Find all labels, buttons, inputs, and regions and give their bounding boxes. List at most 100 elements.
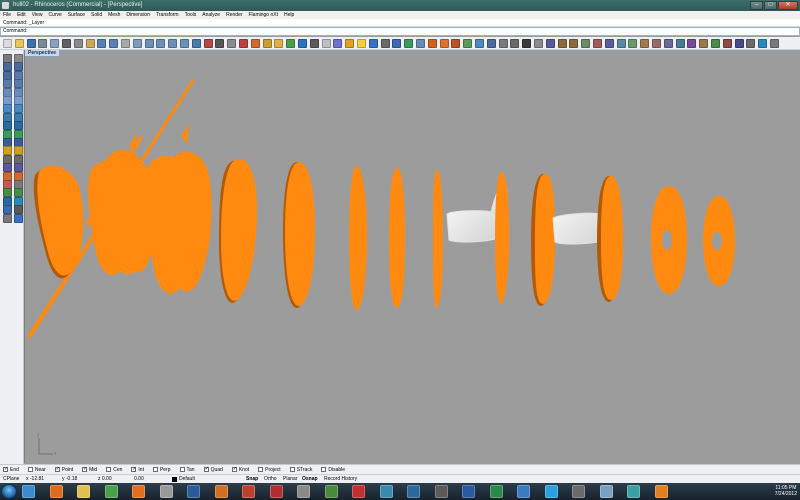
3dsmax-icon[interactable] [407, 485, 420, 498]
viewport-title-tab[interactable]: Perspective [25, 50, 61, 57]
maximize-button[interactable]: □ [764, 1, 777, 10]
materials-icon[interactable] [368, 39, 378, 48]
orient-icon[interactable] [746, 39, 756, 48]
osnap-quad[interactable]: Quad [203, 466, 223, 473]
print-icon[interactable] [38, 39, 48, 48]
mirror-icon[interactable] [14, 163, 23, 173]
undo-icon[interactable] [97, 39, 107, 48]
osnap-end[interactable]: End [3, 466, 19, 473]
osnap-checkbox[interactable] [54, 466, 60, 472]
shaded-icon[interactable] [321, 39, 331, 48]
fillet-icon[interactable] [640, 39, 650, 48]
menu-view[interactable]: View [29, 11, 46, 19]
hull-frame-13[interactable] [601, 176, 623, 300]
zoom-dynamic-icon[interactable] [144, 39, 154, 48]
command-input[interactable] [27, 28, 328, 35]
align-icon[interactable] [734, 39, 744, 48]
extend-icon[interactable] [628, 39, 638, 48]
menu-file[interactable]: File [0, 11, 14, 19]
cplane-icon[interactable] [203, 39, 213, 48]
windows-start-button[interactable] [1, 484, 17, 499]
import-icon[interactable] [50, 39, 60, 48]
osnap-mid[interactable]: Mid [82, 466, 97, 473]
perspective-viewport[interactable]: x y Perspective [24, 50, 800, 463]
osnap-strack[interactable]: STrack [289, 467, 312, 473]
menu-flamingo[interactable]: Flamingo nXt [246, 11, 281, 19]
status-planar-toggle[interactable]: Planar [283, 475, 297, 483]
notepad-icon[interactable] [599, 485, 613, 498]
text-icon[interactable] [522, 39, 532, 48]
hull-frame-8[interactable] [285, 162, 315, 306]
osnap-checkbox[interactable] [321, 467, 327, 472]
hull-frame-7[interactable] [221, 158, 257, 301]
help-icon[interactable] [392, 39, 402, 48]
rhino-icon[interactable] [159, 485, 173, 498]
open-icon[interactable] [14, 39, 24, 48]
point-icon[interactable] [3, 205, 12, 215]
camera-icon[interactable] [215, 39, 225, 48]
hull-frame-11[interactable] [433, 170, 443, 308]
new-icon[interactable] [3, 39, 12, 48]
zoom-window-icon[interactable] [156, 39, 166, 48]
object-props-icon[interactable] [298, 39, 307, 48]
osnap-int[interactable]: Int [131, 466, 144, 473]
flamingo-icon[interactable] [427, 39, 437, 48]
menu-tools[interactable]: Tools [182, 11, 200, 19]
word-icon[interactable] [462, 485, 475, 498]
hide-icon[interactable] [250, 39, 260, 48]
chrome-icon[interactable] [104, 485, 118, 498]
osnap-near[interactable]: Near [27, 467, 46, 473]
explode-icon[interactable] [593, 39, 602, 48]
flamingo-render-icon[interactable] [439, 39, 449, 48]
photoshop-icon[interactable] [187, 485, 200, 498]
osnap-checkbox[interactable] [258, 467, 264, 472]
excel-icon[interactable] [489, 485, 503, 498]
mail-icon[interactable] [517, 485, 530, 498]
status-layer[interactable]: Default [179, 475, 195, 483]
pan-icon[interactable] [121, 39, 130, 48]
vray-icon[interactable] [434, 485, 448, 498]
status-record-history[interactable]: Record History [324, 475, 357, 483]
osnap-disable[interactable]: Disable [321, 467, 345, 473]
group-icon[interactable] [557, 39, 567, 48]
layer-icon[interactable] [286, 39, 296, 48]
osnap-knot[interactable]: Knot [231, 466, 249, 473]
copy-icon[interactable] [73, 39, 83, 48]
menu-render[interactable]: Render [223, 11, 245, 19]
grasshopper-icon[interactable] [14, 213, 23, 223]
osnap-checkbox[interactable] [131, 466, 137, 472]
menu-edit[interactable]: Edit [14, 11, 29, 19]
save-icon[interactable] [26, 39, 36, 48]
menu-curve[interactable]: Curve [45, 11, 64, 19]
offset-icon[interactable] [663, 39, 673, 48]
firefox-icon[interactable] [49, 485, 63, 498]
acrobat-icon[interactable] [352, 485, 365, 498]
layer-color-swatch[interactable] [172, 477, 177, 482]
split-icon[interactable] [616, 39, 626, 48]
menu-help[interactable]: Help [281, 11, 297, 19]
trim-icon[interactable] [604, 39, 614, 48]
osnap-cen[interactable]: Cen [106, 467, 122, 473]
osnap-point[interactable]: Point [54, 466, 73, 473]
osnap-checkbox[interactable] [152, 467, 158, 472]
hull-frame-tip[interactable] [181, 124, 189, 144]
join-icon[interactable] [581, 39, 591, 48]
osnap-checkbox[interactable] [231, 466, 237, 472]
render-icon[interactable] [345, 39, 355, 48]
illustrator-icon[interactable] [214, 485, 228, 498]
media-player-icon[interactable] [132, 485, 145, 498]
osnap-project[interactable]: Project [258, 467, 281, 473]
dimension-icon[interactable] [510, 39, 520, 48]
scale-icon[interactable] [3, 163, 12, 173]
explorer-icon[interactable] [77, 485, 90, 498]
chamfer-icon[interactable] [652, 39, 661, 48]
vlc-icon[interactable] [654, 485, 668, 498]
calc-icon[interactable] [572, 485, 585, 498]
autocad-icon[interactable] [269, 485, 283, 498]
menu-dimension[interactable]: Dimension [123, 11, 153, 19]
grasshopper-task-icon[interactable] [324, 485, 338, 498]
menu-surface[interactable]: Surface [65, 11, 88, 19]
ellipse-icon[interactable] [3, 79, 12, 89]
zoom-selected-icon[interactable] [180, 39, 189, 48]
options-icon[interactable] [380, 39, 390, 48]
